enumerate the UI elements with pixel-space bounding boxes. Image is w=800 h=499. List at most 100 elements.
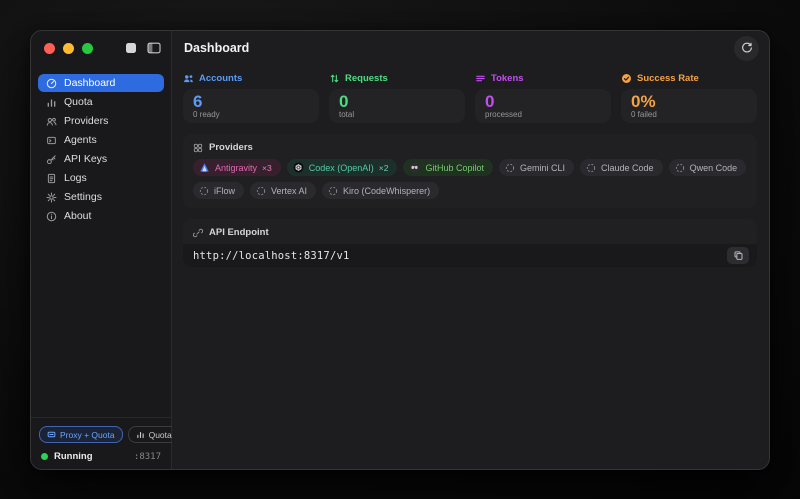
gauge-icon xyxy=(46,78,57,89)
stat-success-rate: Success Rate 0% 0 failed xyxy=(621,73,757,123)
dashed-circle-icon xyxy=(586,163,596,173)
bar-chart-icon xyxy=(46,97,57,108)
sidebar-item-label: Agents xyxy=(64,134,97,146)
copilot-logo-icon xyxy=(409,162,420,173)
stat-card: 0% 0 failed xyxy=(621,89,757,123)
stat-label: Requests xyxy=(345,73,388,84)
sidebar-item-logs[interactable]: Logs xyxy=(38,169,164,187)
provider-chip-gemini-cli[interactable]: Gemini CLI xyxy=(499,159,574,176)
minimize-window-button[interactable] xyxy=(63,43,74,54)
sidebar-item-dashboard[interactable]: Dashboard xyxy=(38,74,164,92)
provider-chip-label: Codex (OpenAI) xyxy=(309,163,374,173)
openai-logo-icon xyxy=(293,162,304,173)
key-icon xyxy=(46,154,57,165)
sidebar-toggle-icon xyxy=(147,42,161,54)
stat-card: 0 processed xyxy=(475,89,611,123)
running-status-dot-icon xyxy=(41,453,48,460)
sidebar-footer: Proxy + Quota Quota Only Running :8317 xyxy=(31,417,171,469)
info-icon xyxy=(46,211,57,222)
stat-accounts: Accounts 6 0 ready xyxy=(183,73,319,123)
proxy-icon xyxy=(47,430,56,439)
provider-chip-codex-openai[interactable]: Codex (OpenAI) ×2 xyxy=(287,159,398,176)
bar-chart-icon xyxy=(136,430,145,439)
traffic-lights xyxy=(44,43,93,54)
sidebar-titlebar xyxy=(31,31,171,65)
zoom-window-button[interactable] xyxy=(82,43,93,54)
sidebar-item-label: Logs xyxy=(64,172,87,184)
arrows-up-down-icon xyxy=(329,73,340,84)
provider-chip-github-copilot[interactable]: GitHub Copilot xyxy=(403,159,493,176)
stat-subtitle: total xyxy=(339,110,455,119)
sidebar-item-label: API Keys xyxy=(64,153,107,165)
stop-square-icon[interactable] xyxy=(126,43,136,53)
provider-chip-iflow[interactable]: iFlow xyxy=(193,182,244,199)
sidebar-item-settings[interactable]: Settings xyxy=(38,188,164,206)
server-port: :8317 xyxy=(134,452,161,462)
endpoint-url: http://localhost:8317/v1 xyxy=(193,250,350,262)
sidebar-item-quota[interactable]: Quota xyxy=(38,93,164,111)
stat-card: 0 total xyxy=(329,89,465,123)
sidebar-item-api-keys[interactable]: API Keys xyxy=(38,150,164,168)
stat-tokens: Tokens 0 processed xyxy=(475,73,611,123)
provider-chip-label: Claude Code xyxy=(601,163,654,173)
stat-requests: Requests 0 total xyxy=(329,73,465,123)
provider-chip-label: iFlow xyxy=(214,186,235,196)
provider-chip-label: Antigravity xyxy=(215,163,257,173)
link-icon xyxy=(193,228,203,238)
dashed-circle-icon xyxy=(256,186,266,196)
page-title: Dashboard xyxy=(184,41,249,55)
dashed-circle-icon xyxy=(675,163,685,173)
provider-chip-vertex-ai[interactable]: Vertex AI xyxy=(250,182,316,199)
sidebar-item-about[interactable]: About xyxy=(38,207,164,225)
mode-toggle: Proxy + Quota Quota Only xyxy=(39,426,163,443)
sidebar-toggle-button[interactable] xyxy=(147,42,161,54)
main-titlebar: Dashboard xyxy=(172,31,769,65)
stat-value: 0 xyxy=(485,94,601,110)
refresh-button[interactable] xyxy=(734,36,759,61)
stat-subtitle: processed xyxy=(485,110,601,119)
sidebar-item-providers[interactable]: Providers xyxy=(38,112,164,130)
api-endpoint-panel: API Endpoint http://localhost:8317/v1 xyxy=(183,219,757,267)
stat-value: 0 xyxy=(339,94,455,110)
proxy-quota-mode-button[interactable]: Proxy + Quota xyxy=(39,426,123,443)
provider-chip-antigravity[interactable]: Antigravity ×3 xyxy=(193,159,281,176)
running-status-label: Running xyxy=(54,451,93,462)
check-circle-icon xyxy=(621,73,632,84)
lines-icon xyxy=(475,73,486,84)
users-icon xyxy=(183,73,194,84)
endpoint-bar: http://localhost:8317/v1 xyxy=(183,244,757,267)
users-icon xyxy=(46,116,57,127)
close-window-button[interactable] xyxy=(44,43,55,54)
sidebar-item-label: Quota xyxy=(64,96,93,108)
provider-chip-label: Gemini CLI xyxy=(520,163,565,173)
provider-chip-kiro-codewhisperer[interactable]: Kiro (CodeWhisperer) xyxy=(322,182,439,199)
sidebar-nav: Dashboard Quota Providers Agents xyxy=(31,65,171,226)
stat-value: 0% xyxy=(631,94,747,110)
stat-label: Success Rate xyxy=(637,73,699,84)
provider-chip-label: GitHub Copilot xyxy=(425,163,484,173)
sidebar-item-label: About xyxy=(64,210,91,222)
sidebar-item-label: Settings xyxy=(64,191,102,203)
copy-icon xyxy=(733,250,744,261)
dashed-circle-icon xyxy=(505,163,515,173)
refresh-icon xyxy=(741,42,753,54)
stat-subtitle: 0 ready xyxy=(193,110,309,119)
copy-endpoint-button[interactable] xyxy=(727,247,749,264)
provider-chip-count: ×3 xyxy=(262,163,272,173)
provider-chip-label: Kiro (CodeWhisperer) xyxy=(343,186,430,196)
dashboard-content: Accounts 6 0 ready Requests 0 total xyxy=(172,65,769,267)
sidebar-item-agents[interactable]: Agents xyxy=(38,131,164,149)
server-status: Running :8317 xyxy=(39,451,163,462)
provider-chip-qwen-code[interactable]: Qwen Code xyxy=(669,159,747,176)
stat-label: Tokens xyxy=(491,73,524,84)
stat-value: 6 xyxy=(193,94,309,110)
sidebar-controls xyxy=(126,42,161,54)
provider-chip-label: Vertex AI xyxy=(271,186,307,196)
gear-icon xyxy=(46,192,57,203)
providers-panel: Providers Antigravity ×3 Codex xyxy=(183,134,757,208)
provider-chip-count: ×2 xyxy=(379,163,389,173)
main-pane: Dashboard Accounts 6 0 ready xyxy=(172,31,769,469)
provider-chip-claude-code[interactable]: Claude Code xyxy=(580,159,663,176)
file-icon xyxy=(46,173,57,184)
mode-button-label: Proxy + Quota xyxy=(60,430,115,440)
